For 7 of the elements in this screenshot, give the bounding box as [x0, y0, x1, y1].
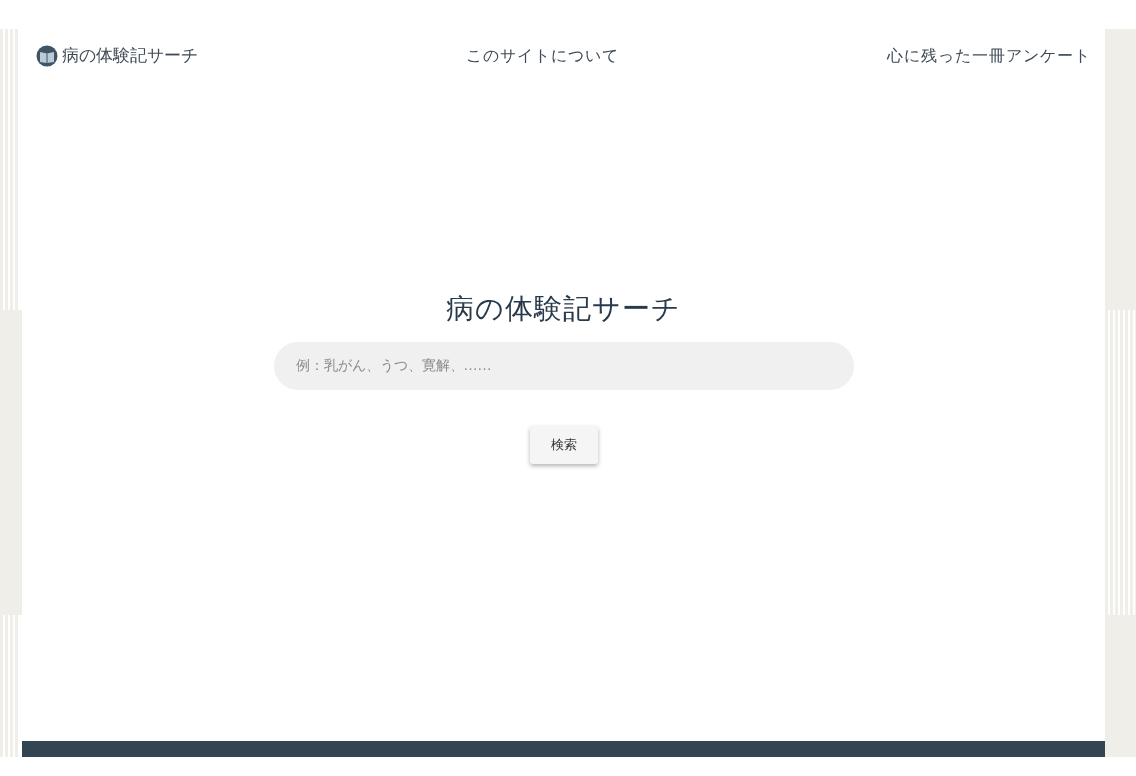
nav-link[interactable]: このサイトについて — [466, 43, 619, 68]
search-button[interactable]: 検索 — [529, 425, 598, 464]
page-title: 病の体験記サーチ — [446, 291, 681, 326]
nav-link[interactable]: 心に残った一冊アンケート — [887, 43, 1091, 68]
search-field[interactable]: 例：乳がん、うつ、寛解、…… — [273, 341, 854, 390]
site-logo[interactable]: 病の体験記サーチ — [36, 43, 198, 69]
book-icon — [36, 44, 58, 67]
